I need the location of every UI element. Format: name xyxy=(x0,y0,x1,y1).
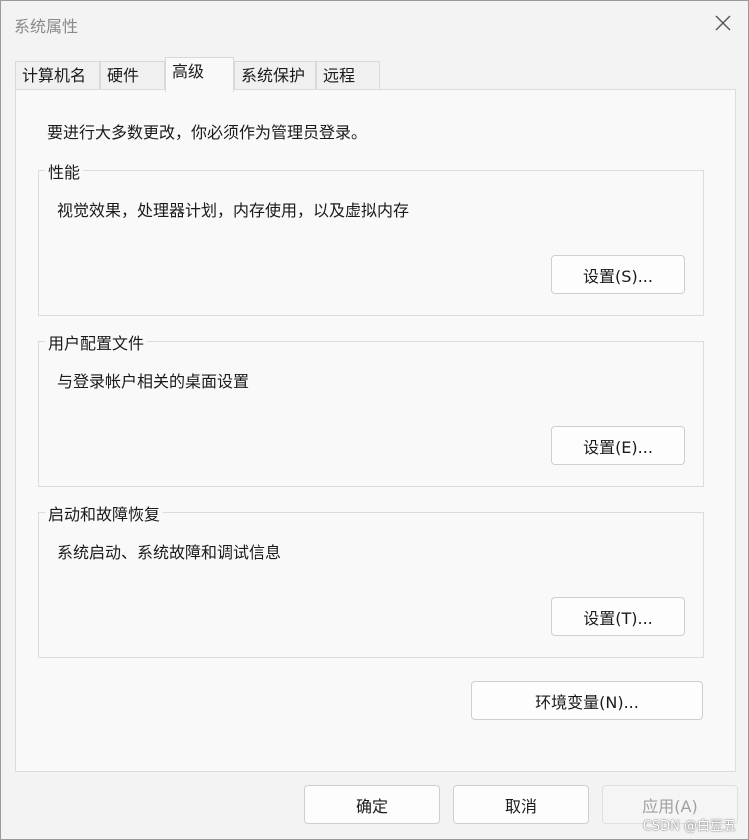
performance-description: 视觉效果，处理器计划，内存使用，以及虚拟内存 xyxy=(57,201,410,220)
advanced-tab-panel: 要进行大多数更改，你必须作为管理员登录。 性能 视觉效果，处理器计划，内存使用，… xyxy=(15,89,736,772)
admin-note: 要进行大多数更改，你必须作为管理员登录。 xyxy=(47,123,368,142)
user-profiles-group-label: 用户配置文件 xyxy=(45,330,148,354)
startup-recovery-group: 启动和故障恢复 系统启动、系统故障和调试信息 设置(T)... xyxy=(38,501,704,658)
startup-recovery-settings-button[interactable]: 设置(T)... xyxy=(551,597,685,636)
tab-system-protection[interactable]: 系统保护 xyxy=(234,61,316,91)
user-profiles-description: 与登录帐户相关的桌面设置 xyxy=(57,372,250,391)
close-button[interactable] xyxy=(708,9,738,37)
performance-group-label: 性能 xyxy=(45,159,84,183)
performance-settings-button[interactable]: 设置(S)... xyxy=(551,255,685,294)
startup-recovery-group-label: 启动和故障恢复 xyxy=(45,501,164,525)
cancel-button[interactable]: 取消 xyxy=(453,785,589,824)
user-profiles-settings-button[interactable]: 设置(E)... xyxy=(551,426,685,465)
dialog-footer: 确定 取消 应用(A) CSDN @白豆五 xyxy=(1,772,748,839)
ok-button[interactable]: 确定 xyxy=(304,785,440,824)
tab-hardware[interactable]: 硬件 xyxy=(100,61,165,91)
environment-variables-button[interactable]: 环境变量(N)... xyxy=(471,681,703,720)
watermark: CSDN @白豆五 xyxy=(642,819,736,834)
title-bar: 系统属性 xyxy=(1,1,748,45)
system-properties-window: 系统属性 计算机名 硬件 高级 系统保护 远程 要进行大多数更改，你必须作为管理… xyxy=(0,0,749,840)
tab-remote[interactable]: 远程 xyxy=(316,61,380,91)
close-icon xyxy=(715,15,731,31)
tab-advanced[interactable]: 高级 xyxy=(165,57,234,92)
performance-group: 性能 视觉效果，处理器计划，内存使用，以及虚拟内存 设置(S)... xyxy=(38,159,704,316)
user-profiles-group: 用户配置文件 与登录帐户相关的桌面设置 设置(E)... xyxy=(38,330,704,487)
startup-recovery-description: 系统启动、系统故障和调试信息 xyxy=(57,543,282,562)
window-title: 系统属性 xyxy=(14,17,79,36)
tab-computer-name[interactable]: 计算机名 xyxy=(15,61,100,91)
